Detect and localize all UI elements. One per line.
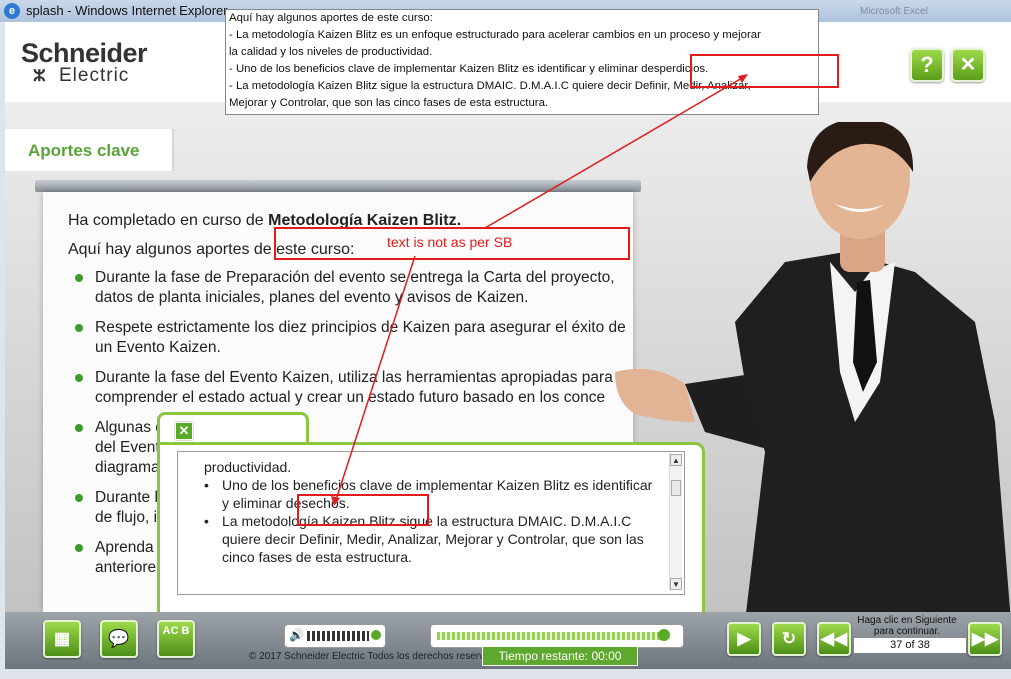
scroll-down-icon[interactable]: ▼ xyxy=(670,578,682,590)
course-stage: Schneider Electric ⵣ ? ✕ Aportes clave H… xyxy=(5,22,1011,669)
scroll-up-icon[interactable]: ▲ xyxy=(670,454,682,466)
section-title-tab: Aportes clave xyxy=(5,129,174,171)
list-item: Durante la fase de Preparación del event… xyxy=(71,268,631,308)
sitemap-icon: ▦ xyxy=(53,629,71,648)
bullet-fragment: anteriores xyxy=(95,559,164,576)
popup-close-button[interactable]: ✕ xyxy=(175,422,193,440)
intro-prefix: Ha completado en curso de xyxy=(68,212,269,229)
speaker-icon: 🔊 xyxy=(289,628,304,642)
transcript-line: Uno de los beneficios clave de implement… xyxy=(204,476,654,512)
logo-line1: Schneider xyxy=(21,38,148,68)
list-item: Respete estrictamente los diez principio… xyxy=(71,318,631,358)
progress-bar[interactable] xyxy=(430,624,684,648)
back-button[interactable]: ◀◀ xyxy=(817,622,851,656)
help-button[interactable]: ? xyxy=(910,48,944,82)
volume-bars xyxy=(307,631,369,641)
transcript-line: productividad. xyxy=(204,459,292,475)
ie-icon: e xyxy=(4,3,20,19)
bullet-fragment: del Event xyxy=(95,439,160,456)
play-button[interactable]: ▶ xyxy=(727,622,761,656)
annotation-highlight-issue xyxy=(297,494,429,526)
time-remaining: Tiempo restante: 00:00 xyxy=(482,646,638,666)
next-button[interactable]: ▶▶ xyxy=(968,622,1002,656)
replay-button[interactable]: ↻ xyxy=(772,622,806,656)
board-rail xyxy=(35,180,641,192)
continue-hint: Haga clic en Siguiente para continuar. xyxy=(857,615,957,637)
annotation-highlight-reference xyxy=(690,54,839,88)
bullet-fragment: Aprenda xyxy=(95,539,154,556)
background-window-label: Microsoft Excel xyxy=(860,6,928,17)
chat-icon: 💬 xyxy=(108,629,130,648)
glossary-button[interactable]: AC B xyxy=(157,620,195,658)
play-icon: ▶ xyxy=(737,629,751,648)
forward-icon: ▶▶ xyxy=(971,629,999,648)
annotation-line: Mejorar y Controlar, que son las cinco f… xyxy=(229,97,549,109)
replay-icon: ↻ xyxy=(781,629,797,648)
volume-knob[interactable] xyxy=(371,630,381,640)
logo-line2: Electric xyxy=(59,65,130,86)
transcript-lines: productividad. Uno de los beneficios cla… xyxy=(204,458,654,566)
transcript-line: La metodología Kaizen Blitz sigue la est… xyxy=(204,512,654,566)
progress-knob[interactable] xyxy=(658,629,670,641)
section-title: Aportes clave xyxy=(28,141,140,160)
progress-fill xyxy=(437,632,662,640)
player-controls: ▦ 💬 AC B 🔊 © 2017 Schneider Electric Tod… xyxy=(5,612,1011,669)
bullet-fragment: Algunas d xyxy=(95,419,164,436)
bullet-fragment: diagrama xyxy=(95,459,160,476)
bullet-fragment: Durante l xyxy=(95,489,158,506)
annotation-note: text is not as per SB xyxy=(387,234,513,250)
annotation-line: - La metodología Kaizen Blitz sigue la e… xyxy=(229,80,751,92)
transcript-button[interactable]: 💬 xyxy=(100,620,138,658)
logo-mark-icon: ⵣ xyxy=(33,68,46,85)
transcript-scrollbar[interactable]: ▲ ▼ xyxy=(669,454,682,590)
transcript-popup: ✕ productividad. Uno de los beneficios c… xyxy=(157,412,705,619)
scroll-thumb[interactable] xyxy=(671,480,681,496)
copyright-text: © 2017 Schneider Electric Todos los dere… xyxy=(249,651,509,662)
bullet-fragment: de flujo, i xyxy=(95,509,158,526)
list-item: Durante la fase del Evento Kaizen, utili… xyxy=(71,368,631,408)
rewind-icon: ◀◀ xyxy=(820,629,848,648)
transcript-textbox[interactable]: productividad. Uno de los beneficios cla… xyxy=(177,451,685,595)
exit-button[interactable]: ✕ xyxy=(951,48,985,82)
annotation-line: - La metodología Kaizen Blitz es un enfo… xyxy=(229,29,761,41)
schneider-logo: Schneider Electric ⵣ xyxy=(21,38,148,86)
sitemap-button[interactable]: ▦ xyxy=(43,620,81,658)
window-title: splash - Windows Internet Explorer xyxy=(26,3,228,18)
volume-control[interactable]: 🔊 xyxy=(284,624,386,648)
page-indicator: 37 of 38 xyxy=(854,638,966,653)
annotation-line: Aquí hay algunos aportes de este curso: xyxy=(229,12,433,24)
annotation-line: la calidad y los niveles de productivida… xyxy=(229,46,433,58)
annotation-line: - Uno de los beneficios clave de impleme… xyxy=(229,63,709,75)
